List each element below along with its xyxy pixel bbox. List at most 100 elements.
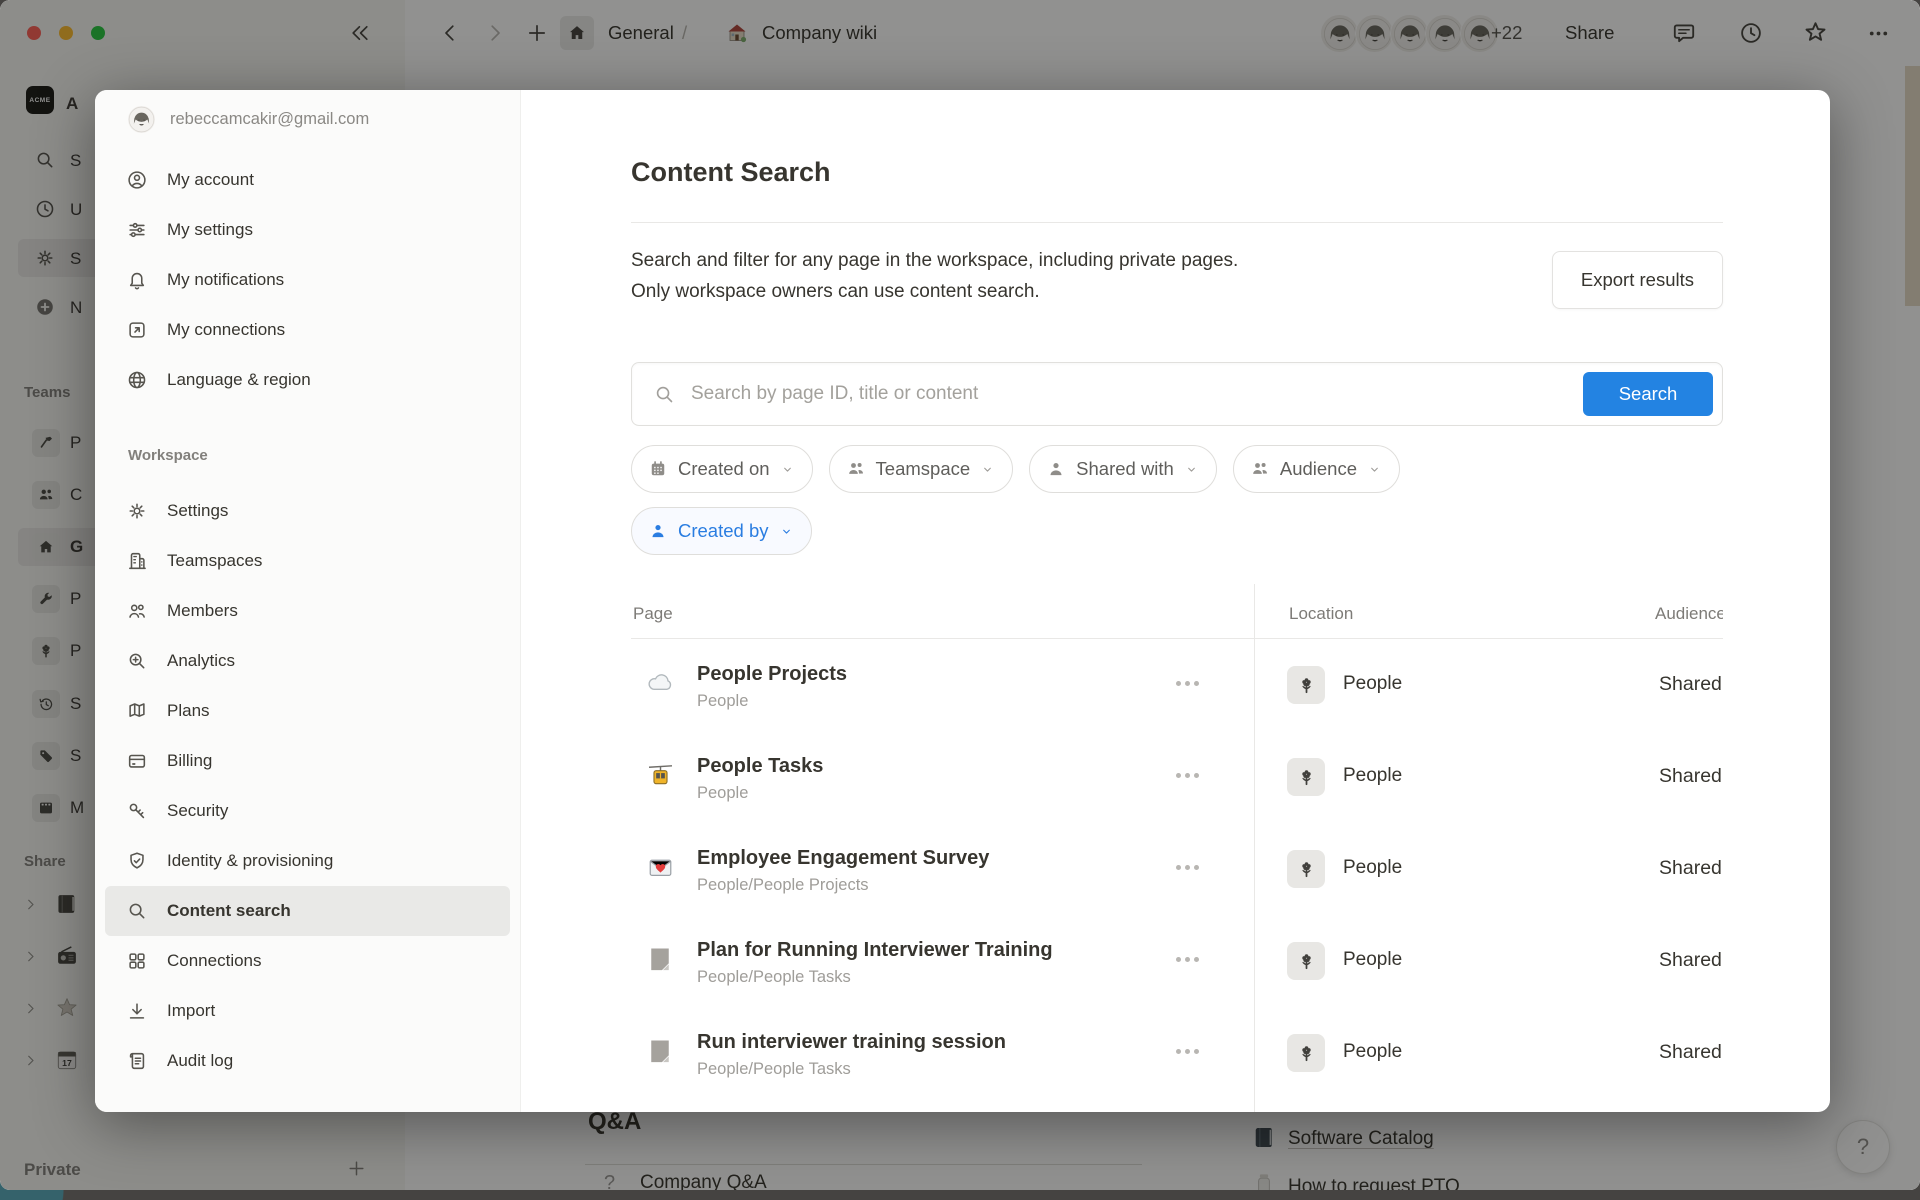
account-avatar bbox=[128, 106, 155, 133]
globe-icon bbox=[126, 369, 148, 391]
row-location: People bbox=[1343, 673, 1402, 695]
map-icon bbox=[126, 700, 148, 722]
page-title[interactable]: People Tasks bbox=[697, 755, 823, 777]
row-location: People bbox=[1343, 949, 1402, 971]
filter-row: Created on Teamspace Shared with Audienc… bbox=[631, 445, 1723, 493]
page-title[interactable]: People Projects bbox=[697, 663, 847, 685]
settings-nav: rebeccamcakir@gmail.com My account My se… bbox=[95, 90, 521, 1112]
table-row[interactable]: Plan for Running Interviewer Training Peo… bbox=[631, 915, 1723, 1007]
search-button[interactable]: Search bbox=[1583, 372, 1713, 416]
person-icon bbox=[1046, 459, 1066, 479]
chevron-down-icon bbox=[980, 462, 995, 477]
settings-nav-item-connections[interactable]: Connections bbox=[105, 936, 510, 986]
teamspace-flower-icon bbox=[1287, 758, 1325, 796]
gear-icon bbox=[126, 500, 148, 522]
settings-nav-item-content-search[interactable]: Content search bbox=[105, 886, 510, 936]
account-email: rebeccamcakir@gmail.com bbox=[170, 110, 369, 129]
table-row[interactable]: People Projects People People Shared bbox=[631, 639, 1723, 731]
search-input[interactable] bbox=[689, 382, 1583, 406]
credit-card-icon bbox=[126, 750, 148, 772]
nav-item-label: My account bbox=[167, 170, 254, 190]
building-icon bbox=[126, 550, 148, 572]
description-line: Search and filter for any page in the wo… bbox=[631, 245, 1238, 276]
nav-item-label: Members bbox=[167, 601, 238, 621]
page-title[interactable]: Employee Engagement Survey bbox=[697, 847, 989, 869]
calendar-icon bbox=[648, 459, 668, 479]
table-row[interactable]: Run interviewer training sessionPeople/P… bbox=[631, 1007, 1723, 1099]
filter-shared-with[interactable]: Shared with bbox=[1029, 445, 1217, 493]
chevron-down-icon bbox=[1367, 462, 1382, 477]
results-table: Page Location Audience People ProjectsPe… bbox=[631, 584, 1723, 1112]
settings-modal: rebeccamcakir@gmail.com My account My se… bbox=[95, 90, 1830, 1112]
settings-nav-item-settings[interactable]: Settings bbox=[105, 486, 510, 536]
row-menu-icon[interactable] bbox=[1176, 957, 1199, 962]
nav-item-label: Analytics bbox=[167, 651, 235, 671]
page-path: People bbox=[697, 690, 847, 712]
magnifier-sparkle-icon bbox=[126, 650, 148, 672]
desktop-background: ACME A S U S N Teams P C G P P S S M Sha… bbox=[0, 0, 1920, 1200]
workspace-section-label: Workspace bbox=[128, 447, 520, 471]
settings-nav-item-billing[interactable]: Billing bbox=[105, 736, 510, 786]
column-header-audience: Audience bbox=[1655, 604, 1723, 624]
settings-nav-item-import[interactable]: Import bbox=[105, 986, 510, 1036]
page-title: Content Search bbox=[631, 90, 1723, 192]
page-title[interactable]: Plan for Running Interviewer Training bbox=[697, 939, 1053, 961]
settings-nav-item-language-region[interactable]: Language & region bbox=[105, 355, 510, 405]
filter-created-by[interactable]: Created by bbox=[631, 507, 812, 555]
page-doc-icon bbox=[645, 944, 675, 974]
nav-item-label: My notifications bbox=[167, 270, 284, 290]
settings-nav-item-members[interactable]: Members bbox=[105, 586, 510, 636]
download-icon bbox=[126, 1000, 148, 1022]
table-row[interactable]: Employee Engagement SurveyPeople/People … bbox=[631, 823, 1723, 915]
settings-nav-item-security[interactable]: Security bbox=[105, 786, 510, 836]
nav-item-label: My settings bbox=[167, 220, 253, 240]
settings-nav-item-my-account[interactable]: My account bbox=[105, 155, 510, 205]
filter-created-on[interactable]: Created on bbox=[631, 445, 813, 493]
row-audience: Shared bbox=[1659, 765, 1722, 788]
row-menu-icon[interactable] bbox=[1176, 773, 1199, 778]
account-header: rebeccamcakir@gmail.com bbox=[128, 104, 520, 134]
nav-item-label: Plans bbox=[167, 701, 210, 721]
nav-item-label: Language & region bbox=[167, 370, 311, 390]
filter-label: Audience bbox=[1280, 458, 1357, 480]
settings-nav-item-teamspaces[interactable]: Teamspaces bbox=[105, 536, 510, 586]
row-audience: Shared bbox=[1659, 857, 1722, 880]
settings-nav-item-plans[interactable]: Plans bbox=[105, 686, 510, 736]
settings-nav-item-my-settings[interactable]: My settings bbox=[105, 205, 510, 255]
filter-teamspace[interactable]: Teamspace bbox=[829, 445, 1014, 493]
content-search-panel: Content Search Search and filter for any… bbox=[521, 90, 1830, 1112]
settings-nav-item-my-notifications[interactable]: My notifications bbox=[105, 255, 510, 305]
export-results-button[interactable]: Export results bbox=[1552, 251, 1723, 309]
settings-nav-item-identity-provisioning[interactable]: Identity & provisioning bbox=[105, 836, 510, 886]
shield-check-icon bbox=[126, 850, 148, 872]
teamspace-flower-icon bbox=[1287, 850, 1325, 888]
description-line: Only workspace owners can use content se… bbox=[631, 276, 1238, 307]
filter-label: Created by bbox=[678, 520, 769, 542]
table-row[interactable]: People TasksPeople People Shared bbox=[631, 731, 1723, 823]
row-menu-icon[interactable] bbox=[1176, 681, 1199, 686]
search-icon bbox=[653, 383, 676, 406]
nav-item-label: Connections bbox=[167, 951, 262, 971]
row-menu-icon[interactable] bbox=[1176, 865, 1199, 870]
magnifier-icon bbox=[126, 900, 148, 922]
row-audience: Shared bbox=[1659, 673, 1722, 696]
row-menu-icon[interactable] bbox=[1176, 1049, 1199, 1054]
settings-nav-item-audit-log[interactable]: Audit log bbox=[105, 1036, 510, 1086]
column-header-page: Page bbox=[633, 604, 673, 624]
filter-audience[interactable]: Audience bbox=[1233, 445, 1400, 493]
row-audience: Shared bbox=[1659, 1041, 1722, 1064]
love-letter-icon bbox=[645, 852, 675, 882]
chevron-down-icon bbox=[779, 524, 794, 539]
grid-icon bbox=[126, 950, 148, 972]
person-circle-icon bbox=[126, 169, 148, 191]
table-header: Page Location Audience bbox=[631, 584, 1723, 639]
teamspace-flower-icon bbox=[1287, 1034, 1325, 1072]
sliders-icon bbox=[126, 219, 148, 241]
teamspace-flower-icon bbox=[1287, 942, 1325, 980]
page-title[interactable]: Run interviewer training session bbox=[697, 1031, 1006, 1053]
nav-item-label: Billing bbox=[167, 751, 212, 771]
chevron-down-icon bbox=[1184, 462, 1199, 477]
nav-item-label: Audit log bbox=[167, 1051, 233, 1071]
settings-nav-item-my-connections[interactable]: My connections bbox=[105, 305, 510, 355]
settings-nav-item-analytics[interactable]: Analytics bbox=[105, 636, 510, 686]
